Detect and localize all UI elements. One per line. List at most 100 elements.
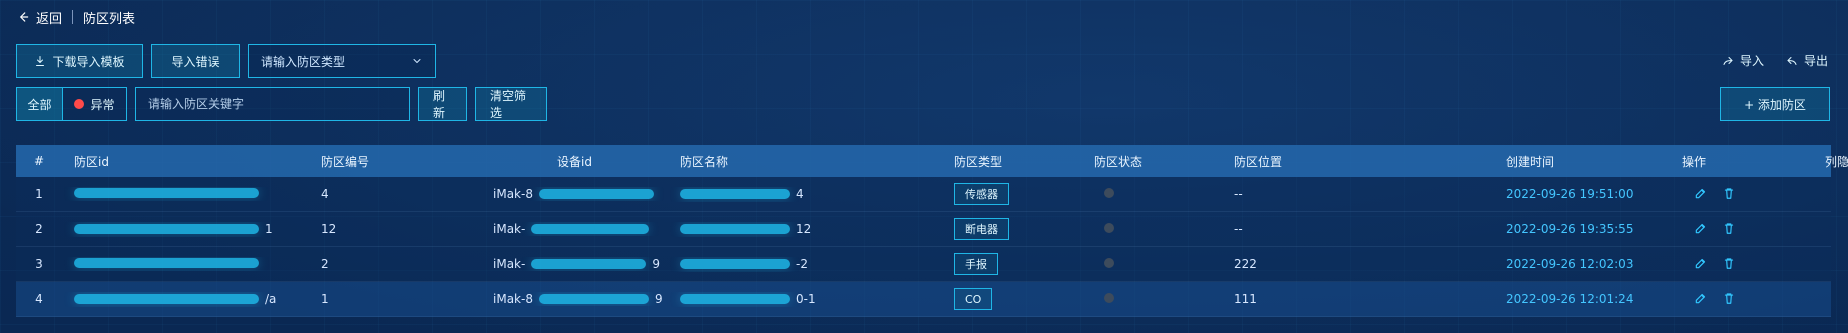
redaction-bar [680,258,790,269]
cell-device-id: iMak- 9 [481,257,668,271]
zone-type-tag: 传感器 [954,183,1009,205]
zone-id-suffix: /a [265,291,277,306]
zone-id-suffix: 1 [265,221,273,236]
zone-type-tag: 手报 [954,253,998,275]
zone-name-suffix: 4 [796,186,804,201]
zone-name-suffix: 12 [796,221,812,236]
cell-zone-id [62,187,309,201]
redaction-bar [531,224,650,234]
back-button[interactable]: 返回 [16,8,62,27]
col-zone-id: 防区id [74,154,109,169]
add-zone-button[interactable]: + 添加防区 [1720,87,1830,121]
redaction-bar [538,189,654,199]
masked-zone-name: 12 [680,222,811,236]
page-title: 防区列表 [83,11,136,27]
trash-icon[interactable] [1722,291,1736,305]
masked-zone-id [74,188,265,198]
back-label: 返回 [36,11,63,27]
refresh-label: 刷新 [433,89,446,120]
device-prefix: iMak- [493,222,526,236]
chevron-down-icon [411,55,423,67]
keyword-search-input[interactable] [135,87,410,121]
trash-icon[interactable] [1722,256,1736,270]
col-zone-status: 防区状态 [1094,154,1143,169]
cell-zone-location: 111 [1234,292,1257,306]
col-actions: 操作 [1682,154,1707,169]
export-icon [1786,55,1798,67]
refresh-button[interactable]: 刷新 [418,87,467,121]
row-actions [1682,186,1736,200]
import-errors-button[interactable]: 导入错误 [151,44,240,78]
cell-index: 2 [35,222,43,236]
export-action[interactable]: 导出 [1786,52,1828,69]
zone-type-tag: 断电器 [954,218,1009,240]
cell-zone-type: 传感器 [942,183,1082,205]
zone-name-suffix: 0-1 [796,291,816,306]
cell-zone-type: CO [942,288,1082,310]
redaction-bar [74,188,259,198]
export-label: 导出 [1803,54,1828,68]
import-action[interactable]: 导入 [1722,52,1764,69]
edit-icon[interactable] [1694,186,1708,200]
download-template-button[interactable]: 下载导入模板 [16,44,143,78]
top-bar: 返回 防区列表 [16,5,135,29]
cell-zone-type: 手报 [942,253,1082,275]
trash-icon[interactable] [1722,221,1736,235]
cell-index: 4 [35,292,43,306]
cell-created-time: 2022-09-26 19:51:00 [1506,187,1634,201]
edit-icon[interactable] [1694,291,1708,305]
device-prefix: iMak-8 [493,292,533,306]
clear-filters-label: 清空筛选 [490,89,527,120]
redaction-bar [531,259,647,269]
col-device-id: 设备id [557,154,592,169]
cell-zone-no: 1 [321,292,329,306]
status-dot-icon [1104,188,1114,198]
table-row: 4 /a 1 iMak-8 9 0-1 CO 111 2022-09-26 12… [16,282,1831,317]
import-icon [1722,55,1734,67]
cell-device-id: iMak- [481,222,668,236]
filter-all-button[interactable]: 全部 [17,88,63,120]
masked-device-id: iMak-8 [493,187,660,201]
zone-type-select[interactable]: 请输入防区类型 [248,44,436,78]
row-actions [1682,291,1736,305]
redaction-bar [680,293,790,304]
clear-filters-button[interactable]: 清空筛选 [475,87,547,121]
cell-actions [1670,256,1825,273]
cell-zone-status [1082,222,1222,236]
column-hide-toggle[interactable]: 列隐藏 [1825,153,1848,170]
edit-icon[interactable] [1694,221,1708,235]
row-actions [1682,256,1736,270]
cell-zone-status [1082,257,1222,271]
filter-abnormal-button[interactable]: 异常 [63,88,126,120]
table-row: 2 1 12 iMak- 12 断电器 -- 2022-09-26 19:35:… [16,212,1831,247]
cell-actions [1670,186,1825,203]
edit-icon[interactable] [1694,256,1708,270]
device-prefix: iMak- [493,257,526,271]
trash-icon[interactable] [1722,186,1736,200]
status-dot-icon [1104,223,1114,233]
status-dot-icon [1104,258,1114,268]
cell-zone-type: 断电器 [942,218,1082,240]
cell-created-time: 2022-09-26 12:01:24 [1506,292,1634,306]
arrow-left-icon [16,10,30,24]
zone-type-tag: CO [954,288,993,310]
status-dot-icon [1104,293,1114,303]
masked-zone-id: /a [74,292,276,306]
toolbar-row-2: 全部 异常 刷新 清空筛选 [16,87,547,121]
title-separator [72,10,74,24]
col-zone-location: 防区位置 [1234,154,1283,169]
cell-zone-location: -- [1234,187,1243,201]
cell-zone-id: 1 [62,222,309,237]
cell-created-time: 2022-09-26 12:02:03 [1506,257,1634,271]
masked-zone-name: 4 [680,187,804,201]
zones-table: # 防区id 防区编号 设备id 防区名称 防区类型 防区状态 防区位置 创建时… [16,145,1848,317]
cell-created-time: 2022-09-26 19:35:55 [1506,222,1634,236]
filter-abnormal-label: 异常 [90,97,115,112]
redaction-bar [680,223,790,234]
cell-actions [1670,291,1825,308]
download-template-label: 下载导入模板 [52,54,125,69]
import-errors-label: 导入错误 [171,54,220,69]
cell-actions [1670,221,1825,238]
masked-device-id: iMak-8 9 [493,292,663,306]
zone-name-suffix: -2 [796,256,808,271]
